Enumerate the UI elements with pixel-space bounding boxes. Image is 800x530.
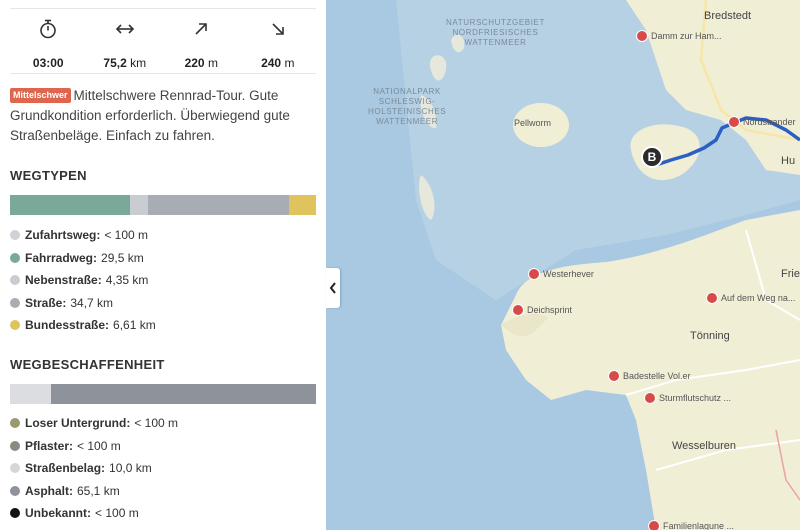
legend-color-dot bbox=[10, 463, 20, 474]
legend-value: < 100 m bbox=[77, 438, 121, 453]
bar-segment bbox=[289, 195, 317, 215]
wegtypen-legend: Zufahrtsweg: < 100 m Fahrradweg: 29,5 km Neb… bbox=[10, 224, 316, 337]
tour-stats: 03:00 75,2 km 220 m 240 m bbox=[10, 8, 316, 74]
wegtypen-title: WEGTYPEN bbox=[10, 168, 87, 183]
stat-descent-unit: m bbox=[284, 56, 295, 70]
legend-label: Fahrradweg: bbox=[25, 250, 98, 265]
legend-color-dot bbox=[10, 508, 20, 519]
stat-descent-value: 240 bbox=[261, 56, 282, 70]
collapse-panel-button[interactable] bbox=[326, 268, 340, 308]
difficulty-badge: Mittelschwer bbox=[10, 88, 71, 103]
poi-pin-icon bbox=[648, 520, 660, 530]
stat-duration-value: 03:00 bbox=[32, 56, 64, 70]
map-poi-sturmflut[interactable]: Sturmflutschutz ... bbox=[644, 392, 731, 404]
legend-value: 34,7 km bbox=[70, 295, 114, 310]
stopwatch-icon bbox=[39, 19, 57, 39]
legend-value: 6,61 km bbox=[113, 318, 156, 333]
map-place-tonning: Tönning bbox=[690, 330, 730, 342]
legend-label: Bundesstraße: bbox=[25, 318, 110, 333]
legend-color-dot bbox=[10, 320, 20, 331]
legend-item: Fahrradweg: 29,5 km bbox=[10, 247, 316, 270]
legend-item: Bundesstraße: 6,61 km bbox=[10, 314, 316, 337]
poi-pin-icon bbox=[528, 268, 540, 280]
legend-label: Unbekannt: bbox=[25, 506, 91, 521]
legend-label: Loser Untergrund: bbox=[25, 416, 131, 431]
poi-pin-icon bbox=[512, 304, 524, 316]
legend-color-dot bbox=[10, 297, 20, 308]
legend-item: Asphalt: 65,1 km bbox=[10, 480, 316, 503]
legend-label: Zufahrtsweg: bbox=[25, 228, 101, 243]
legend-label: Nebenstraße: bbox=[25, 273, 102, 288]
bar-segment bbox=[148, 195, 290, 215]
legend-item: Pflaster: < 100 m bbox=[10, 435, 316, 458]
map-poi-westerhever[interactable]: Westerhever bbox=[528, 268, 594, 280]
stat-descent: 240 m bbox=[240, 9, 317, 73]
map-place-bredstedt: Bredstedt bbox=[704, 10, 752, 22]
map-place-friedr: Fried bbox=[781, 268, 800, 280]
wegbeschaffenheit-legend: Loser Untergrund: < 100 m Pflaster: < 100 m… bbox=[10, 412, 316, 525]
bar-segment bbox=[130, 195, 149, 215]
map-poi-aufdemweg[interactable]: Auf dem Weg na... bbox=[706, 292, 795, 304]
legend-label: Asphalt: bbox=[25, 483, 73, 498]
ascent-arrow-icon bbox=[193, 19, 209, 39]
bar-segment bbox=[10, 195, 131, 215]
stat-ascent: 220 m bbox=[163, 9, 240, 73]
map-poi-damm[interactable]: Damm zur Ham... bbox=[636, 30, 722, 42]
distance-arrows-icon bbox=[115, 19, 135, 39]
map-poi-deichsprint[interactable]: Deichsprint bbox=[512, 304, 572, 316]
legend-item: Zufahrtsweg: < 100 m bbox=[10, 224, 316, 247]
poi-pin-icon bbox=[636, 30, 648, 42]
legend-value: < 100 m bbox=[104, 228, 149, 243]
wegtypen-bar bbox=[10, 195, 317, 215]
wegbeschaffenheit-bar bbox=[10, 384, 316, 404]
legend-item: Straßenbelag: 10,0 km bbox=[10, 457, 316, 480]
chevron-left-icon bbox=[329, 282, 336, 294]
legend-label: Pflaster: bbox=[25, 438, 74, 453]
tour-details-panel: 03:00 75,2 km 220 m 240 m Mittelschwer Mi… bbox=[0, 0, 326, 530]
stat-distance: 75,2 km bbox=[87, 9, 164, 73]
legend-color-dot bbox=[10, 252, 20, 263]
poi-pin-icon bbox=[608, 370, 620, 382]
stat-ascent-unit: m bbox=[207, 56, 218, 70]
route-end-marker[interactable]: B bbox=[641, 146, 663, 168]
map-place-pellworm: Pellworm bbox=[514, 118, 552, 128]
map-place-wesselburen: Wesselburen bbox=[672, 440, 736, 452]
legend-label: Straße: bbox=[25, 295, 67, 310]
legend-color-dot bbox=[10, 418, 20, 429]
map-park-label-2: NATIONALPARK SCHLESWIG- HOLSTEINISCHES WATT… bbox=[368, 87, 447, 126]
legend-item: Straße: 34,7 km bbox=[10, 292, 316, 315]
map-park-label-1: NATURSCHUTZGEBIET NORDFRIESISCHES WATTENME… bbox=[446, 18, 545, 47]
stat-duration: 03:00 bbox=[10, 9, 87, 73]
map-view[interactable]: NATURSCHUTZGEBIET NORDFRIESISCHES WATTENME… bbox=[326, 0, 800, 530]
legend-value: 10,0 km bbox=[109, 461, 152, 476]
bar-segment bbox=[50, 384, 316, 404]
map-poi-badestelle[interactable]: Badestelle Vol.er bbox=[608, 370, 691, 382]
legend-color-dot bbox=[10, 275, 20, 286]
legend-item: Nebenstraße: 4,35 km bbox=[10, 269, 316, 292]
poi-pin-icon bbox=[706, 292, 718, 304]
stat-distance-value: 75,2 bbox=[103, 56, 127, 70]
poi-pin-icon bbox=[644, 392, 656, 404]
map-place-hu: Hu bbox=[781, 155, 796, 167]
map-poi-nordstrander[interactable]: Nordstrander bbox=[728, 116, 796, 128]
map-poi-familienlagune[interactable]: Familienlagune ... bbox=[648, 520, 734, 530]
legend-value: 4,35 km bbox=[105, 273, 149, 288]
legend-item: Unbekannt: < 100 m bbox=[10, 502, 316, 525]
bar-segment bbox=[10, 384, 51, 404]
legend-value: 29,5 km bbox=[101, 250, 144, 265]
legend-label: Straßenbelag: bbox=[25, 461, 106, 476]
legend-color-dot bbox=[10, 485, 20, 496]
stat-ascent-value: 220 bbox=[184, 56, 205, 70]
legend-color-dot bbox=[10, 230, 20, 241]
stat-distance-unit: km bbox=[130, 56, 147, 70]
tour-description: Mittelschwer Mittelschwere Rennrad-Tour. … bbox=[10, 86, 310, 146]
legend-color-dot bbox=[10, 440, 20, 451]
legend-value: < 100 m bbox=[95, 506, 139, 521]
legend-value: < 100 m bbox=[134, 416, 179, 431]
wegbeschaffenheit-title: WEGBESCHAFFENHEIT bbox=[10, 357, 165, 372]
legend-value: 65,1 km bbox=[77, 483, 120, 498]
legend-item: Loser Untergrund: < 100 m bbox=[10, 412, 316, 435]
descent-arrow-icon bbox=[270, 19, 286, 39]
poi-pin-icon bbox=[728, 116, 740, 128]
